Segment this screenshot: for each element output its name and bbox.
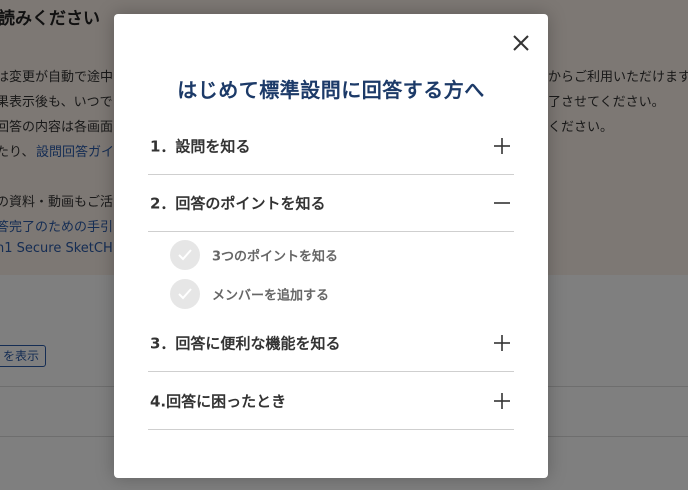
close-button[interactable] — [510, 32, 532, 54]
subitem-label: メンバーを追加する — [212, 288, 330, 304]
plus-icon — [494, 393, 510, 409]
accordion-header-3[interactable]: 3．回答に便利な機能を知る — [148, 315, 514, 372]
accordion-header-2[interactable]: 2．回答のポイントを知る — [148, 175, 514, 232]
check-icon — [178, 288, 192, 300]
accordion-label: 4.回答に困ったとき — [150, 392, 287, 411]
check-icon — [178, 249, 192, 261]
subitem-label: 3つのポイントを知る — [212, 249, 339, 265]
accordion-section-1: 1．設問を知る — [148, 118, 514, 175]
accordion-label: 2．回答のポイントを知る — [150, 194, 326, 213]
plus-icon — [494, 335, 510, 351]
plus-icon — [494, 138, 510, 154]
check-circle — [170, 279, 200, 309]
check-circle — [170, 240, 200, 270]
accordion-section-2: 2．回答のポイントを知る — [148, 175, 514, 232]
guide-modal: はじめて標準設問に回答する方へ 1．設問を知る 2．回答のポイントを知る 3つの… — [114, 14, 548, 478]
accordion-section-4: 4.回答に困ったとき — [148, 373, 514, 430]
minus-icon — [494, 202, 510, 204]
subitem-add-member[interactable]: メンバーを追加する — [170, 279, 470, 309]
close-icon — [513, 35, 529, 51]
accordion-header-1[interactable]: 1．設問を知る — [148, 118, 514, 175]
accordion-section-3: 3．回答に便利な機能を知る — [148, 315, 514, 372]
subitem-three-points[interactable]: 3つのポイントを知る — [170, 240, 470, 270]
modal-title: はじめて標準設問に回答する方へ — [177, 78, 485, 102]
accordion-header-4[interactable]: 4.回答に困ったとき — [148, 373, 514, 430]
accordion-label: 1．設問を知る — [150, 137, 251, 156]
accordion-label: 3．回答に便利な機能を知る — [150, 334, 341, 353]
